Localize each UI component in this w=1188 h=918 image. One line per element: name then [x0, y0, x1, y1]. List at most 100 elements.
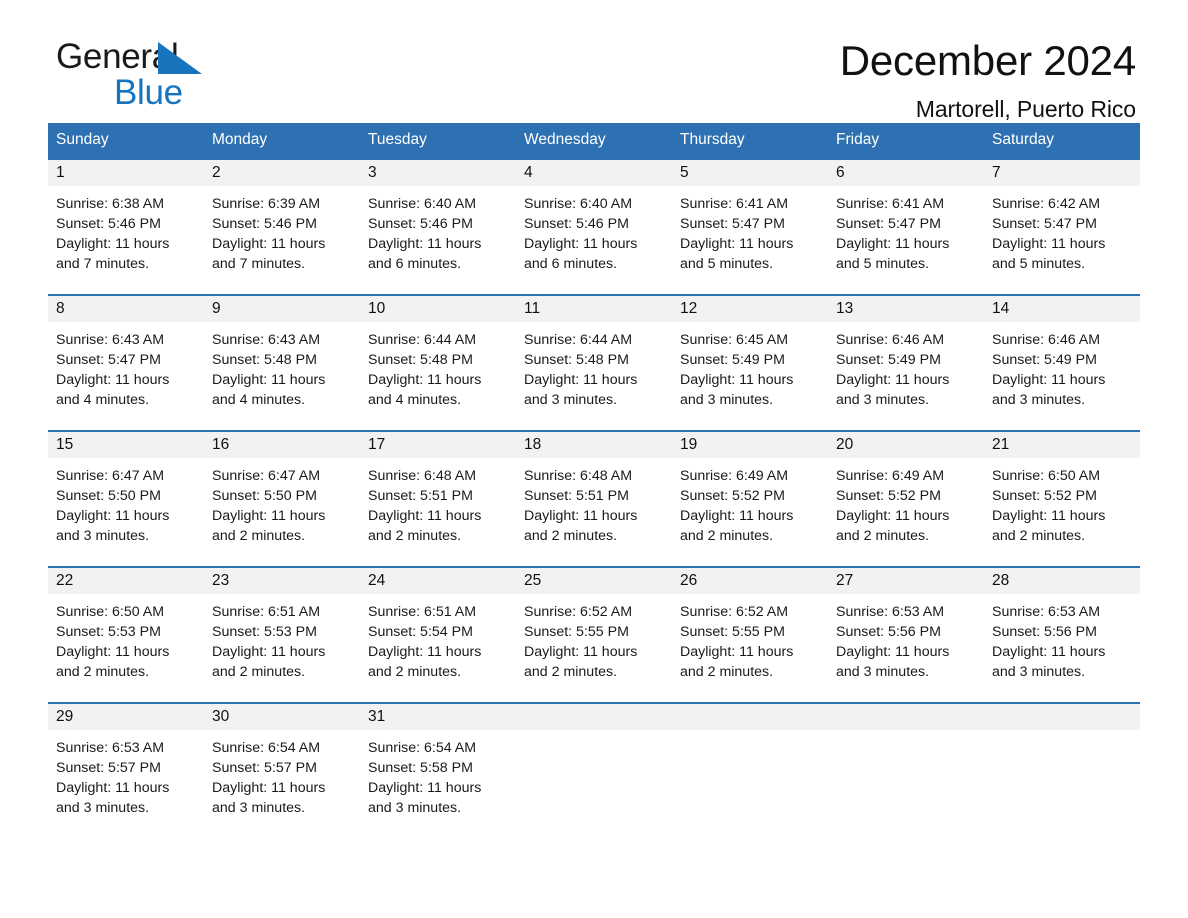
sunrise-text: Sunrise: 6:44 AM	[524, 332, 633, 348]
daylight-text-line1: Daylight: 11 hours	[992, 372, 1106, 388]
day-info-cell: Sunrise: 6:46 AM Sunset: 5:49 PM Dayligh…	[828, 322, 984, 430]
day-number[interactable]: 21	[984, 432, 1140, 458]
day-info-cell: Sunrise: 6:44 AM Sunset: 5:48 PM Dayligh…	[516, 322, 672, 430]
weekday-header-wednesday: Wednesday	[524, 131, 606, 148]
day-info-cell: Sunrise: 6:41 AM Sunset: 5:47 PM Dayligh…	[828, 186, 984, 294]
day-number-empty	[516, 704, 672, 730]
day-number[interactable]: 4	[516, 160, 672, 186]
daylight-text-line1: Daylight: 11 hours	[992, 236, 1106, 252]
daylight-text-line2: and 3 minutes.	[56, 800, 150, 816]
daylight-text-line2: and 3 minutes.	[680, 392, 774, 408]
day-number[interactable]: 22	[48, 568, 204, 594]
day-info-cell: Sunrise: 6:38 AM Sunset: 5:46 PM Dayligh…	[48, 186, 204, 294]
daylight-text-line2: and 3 minutes.	[212, 800, 306, 816]
day-number[interactable]: 1	[48, 160, 204, 186]
sunset-text: Sunset: 5:47 PM	[680, 216, 785, 232]
day-info-cell: Sunrise: 6:50 AM Sunset: 5:52 PM Dayligh…	[984, 458, 1140, 566]
day-number[interactable]: 25	[516, 568, 672, 594]
day-number[interactable]: 2	[204, 160, 360, 186]
sunrise-text: Sunrise: 6:41 AM	[836, 196, 945, 212]
day-number[interactable]: 27	[828, 568, 984, 594]
week-info-band: Sunrise: 6:38 AM Sunset: 5:46 PM Dayligh…	[48, 186, 1140, 294]
sunset-text: Sunset: 5:46 PM	[524, 216, 629, 232]
daylight-text-line2: and 2 minutes.	[992, 528, 1086, 544]
sunset-text: Sunset: 5:49 PM	[680, 352, 785, 368]
day-info-cell: Sunrise: 6:49 AM Sunset: 5:52 PM Dayligh…	[672, 458, 828, 566]
sunrise-text: Sunrise: 6:50 AM	[56, 604, 165, 620]
sunset-text: Sunset: 5:48 PM	[524, 352, 629, 368]
day-info-cell: Sunrise: 6:48 AM Sunset: 5:51 PM Dayligh…	[516, 458, 672, 566]
day-number[interactable]: 5	[672, 160, 828, 186]
day-number[interactable]: 13	[828, 296, 984, 322]
day-number[interactable]: 7	[984, 160, 1140, 186]
day-info-cell: Sunrise: 6:53 AM Sunset: 5:57 PM Dayligh…	[48, 730, 204, 838]
day-number[interactable]: 29	[48, 704, 204, 730]
day-number[interactable]: 16	[204, 432, 360, 458]
daylight-text-line2: and 3 minutes.	[992, 664, 1086, 680]
day-info-cell: Sunrise: 6:41 AM Sunset: 5:47 PM Dayligh…	[672, 186, 828, 294]
day-number[interactable]: 26	[672, 568, 828, 594]
generalblue-logo[interactable]: General Blue	[56, 38, 356, 118]
day-number[interactable]: 6	[828, 160, 984, 186]
sunset-text: Sunset: 5:48 PM	[212, 352, 317, 368]
logo-blue-label: Blue	[114, 73, 183, 112]
day-number[interactable]: 19	[672, 432, 828, 458]
sunset-text: Sunset: 5:58 PM	[368, 760, 473, 776]
page-header: General Blue December 2024 Martorell, Pu…	[48, 0, 1140, 122]
day-number[interactable]: 3	[360, 160, 516, 186]
day-info-cell: Sunrise: 6:43 AM Sunset: 5:48 PM Dayligh…	[204, 322, 360, 430]
sunrise-text: Sunrise: 6:41 AM	[680, 196, 789, 212]
sunset-text: Sunset: 5:46 PM	[56, 216, 161, 232]
sunset-text: Sunset: 5:57 PM	[212, 760, 317, 776]
sunrise-text: Sunrise: 6:48 AM	[368, 468, 477, 484]
day-number[interactable]: 17	[360, 432, 516, 458]
day-number[interactable]: 20	[828, 432, 984, 458]
logo-triangle-icon	[158, 42, 202, 74]
day-number[interactable]: 23	[204, 568, 360, 594]
weekday-header-sunday: Sunday	[56, 131, 109, 148]
sunrise-text: Sunrise: 6:47 AM	[56, 468, 165, 484]
week-info-band: Sunrise: 6:47 AM Sunset: 5:50 PM Dayligh…	[48, 458, 1140, 566]
day-number[interactable]: 14	[984, 296, 1140, 322]
day-number[interactable]: 9	[204, 296, 360, 322]
day-number[interactable]: 28	[984, 568, 1140, 594]
day-info-cell: Sunrise: 6:42 AM Sunset: 5:47 PM Dayligh…	[984, 186, 1140, 294]
daylight-text-line2: and 2 minutes.	[368, 664, 462, 680]
day-info-cell: Sunrise: 6:51 AM Sunset: 5:53 PM Dayligh…	[204, 594, 360, 702]
daylight-text-line1: Daylight: 11 hours	[368, 508, 482, 524]
daylight-text-line1: Daylight: 11 hours	[524, 236, 638, 252]
week-row: 8 9 10 11 12 13 14 Sunrise: 6:43 AM Suns…	[48, 294, 1140, 430]
weekday-header-row: Sunday Monday Tuesday Wednesday Thursday…	[48, 123, 1140, 158]
weekday-header-monday: Monday	[212, 131, 268, 148]
day-info-cell: Sunrise: 6:51 AM Sunset: 5:54 PM Dayligh…	[360, 594, 516, 702]
day-info-cell: Sunrise: 6:52 AM Sunset: 5:55 PM Dayligh…	[516, 594, 672, 702]
day-number[interactable]: 24	[360, 568, 516, 594]
day-number[interactable]: 31	[360, 704, 516, 730]
day-info-cell: Sunrise: 6:52 AM Sunset: 5:55 PM Dayligh…	[672, 594, 828, 702]
sunrise-text: Sunrise: 6:49 AM	[680, 468, 789, 484]
sunrise-text: Sunrise: 6:45 AM	[680, 332, 789, 348]
sunrise-text: Sunrise: 6:51 AM	[368, 604, 477, 620]
day-number[interactable]: 30	[204, 704, 360, 730]
sunset-text: Sunset: 5:47 PM	[56, 352, 161, 368]
week-date-band: 29 30 31	[48, 704, 1140, 730]
day-number[interactable]: 15	[48, 432, 204, 458]
daylight-text-line1: Daylight: 11 hours	[368, 780, 482, 796]
daylight-text-line1: Daylight: 11 hours	[836, 372, 950, 388]
daylight-text-line2: and 2 minutes.	[524, 664, 618, 680]
daylight-text-line1: Daylight: 11 hours	[212, 236, 326, 252]
day-number[interactable]: 18	[516, 432, 672, 458]
day-number[interactable]: 8	[48, 296, 204, 322]
day-number[interactable]: 12	[672, 296, 828, 322]
day-info-cell: Sunrise: 6:40 AM Sunset: 5:46 PM Dayligh…	[516, 186, 672, 294]
sunset-text: Sunset: 5:50 PM	[212, 488, 317, 504]
sunrise-text: Sunrise: 6:51 AM	[212, 604, 321, 620]
sunset-text: Sunset: 5:53 PM	[56, 624, 161, 640]
day-number[interactable]: 11	[516, 296, 672, 322]
daylight-text-line2: and 3 minutes.	[836, 664, 930, 680]
daylight-text-line2: and 3 minutes.	[524, 392, 618, 408]
day-info-cell: Sunrise: 6:46 AM Sunset: 5:49 PM Dayligh…	[984, 322, 1140, 430]
day-number[interactable]: 10	[360, 296, 516, 322]
sunset-text: Sunset: 5:54 PM	[368, 624, 473, 640]
daylight-text-line1: Daylight: 11 hours	[368, 644, 482, 660]
